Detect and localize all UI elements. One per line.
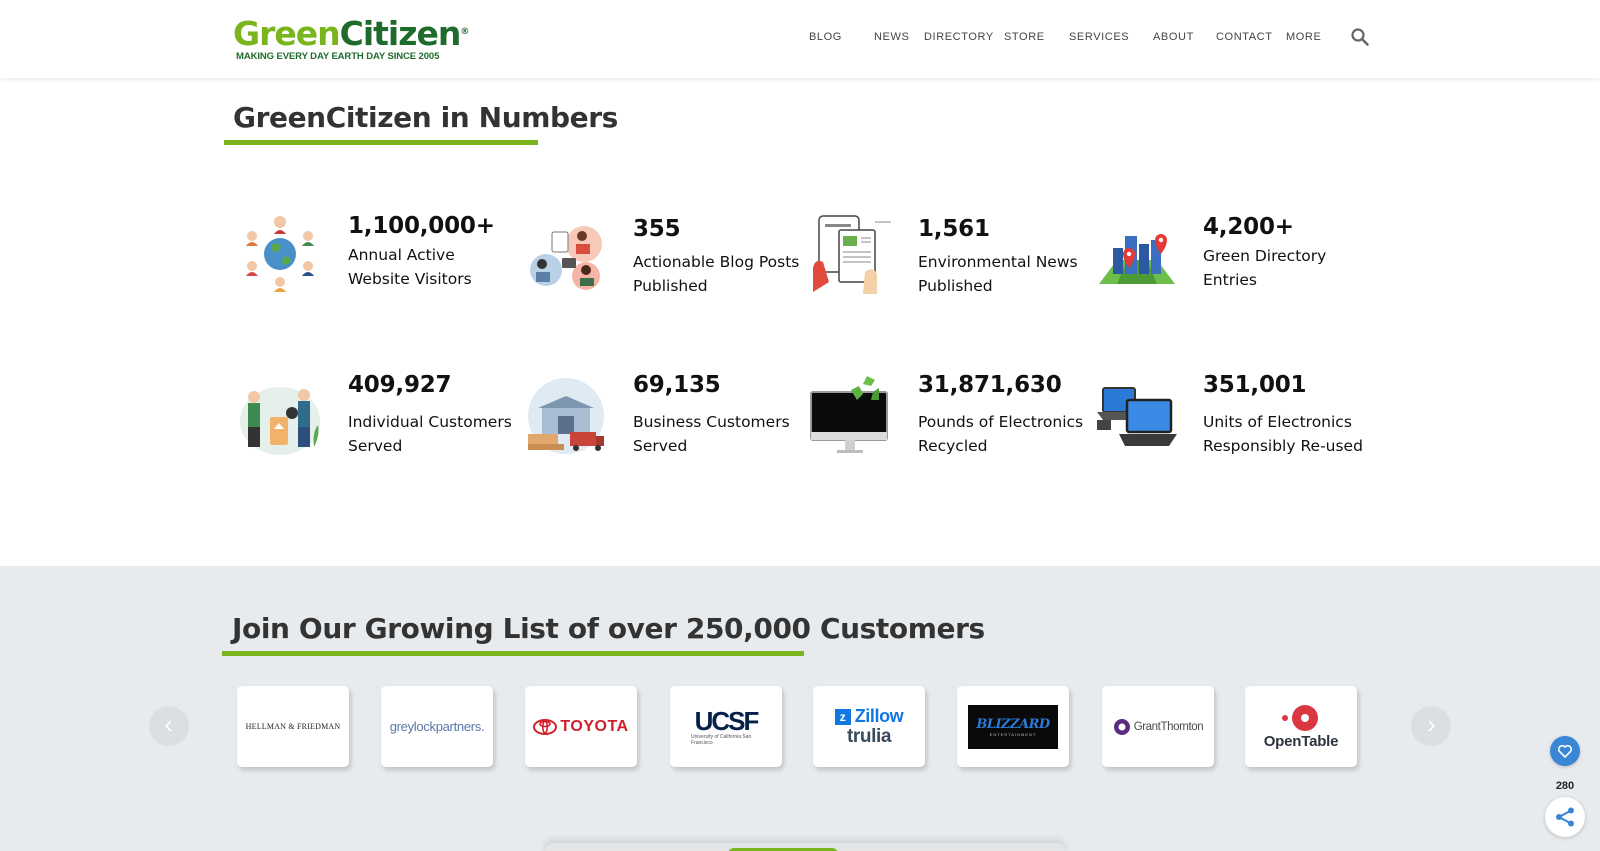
news-phone-icon (813, 215, 891, 294)
customer-logo-hellman-friedman[interactable]: HELLMAN & FRIEDMAN (237, 686, 349, 767)
stat-value: 31,871,630 (918, 372, 1062, 398)
logo-subtext: University of California San Francisco (691, 733, 752, 746)
stat-value: 355 (633, 216, 681, 242)
zillow-row: z Zillow (834, 706, 904, 727)
opentable-mark-icon (1282, 705, 1318, 731)
stat-value: 1,100,000+ (348, 213, 495, 239)
recycling-people-icon (240, 387, 320, 455)
customer-logo-ucsf[interactable]: UCSF University of California San Franci… (670, 686, 782, 767)
stat-label: Individual Customers Served (348, 413, 512, 455)
customer-logo-zillow-trulia[interactable]: z Zillow trulia (813, 686, 925, 767)
stat-value: 1,561 (918, 216, 990, 242)
stat-label: Pounds of Electronics Recycled (918, 413, 1084, 455)
nav-news[interactable]: NEWS (874, 31, 909, 43)
stat-label: Annual Active Website Visitors (348, 246, 472, 288)
logo-text: Zillow (854, 706, 904, 726)
site-header: GreenCitizen® MAKING EVERY DAY EARTH DAY… (0, 0, 1600, 78)
nav-about[interactable]: ABOUT (1153, 31, 1194, 43)
stat-label: Environmental News Published (918, 253, 1078, 295)
blog-readers-icon (530, 226, 602, 290)
nav-blog[interactable]: BLOG (809, 31, 842, 43)
laptops-icon (1097, 387, 1177, 446)
warehouse-truck-icon (528, 378, 604, 454)
stat-label: Green Directory Entries (1203, 247, 1327, 289)
logo-text: HELLMAN & FRIEDMAN (245, 722, 341, 731)
logo-tagline: MAKING EVERY DAY EARTH DAY SINCE 2005 (236, 51, 440, 62)
customer-logo-grant-thornton[interactable]: GrantThornton (1102, 686, 1214, 767)
carousel-prev-button[interactable] (149, 706, 189, 746)
blizzard-box: BLIZZARD ENTERTAINMENT (968, 704, 1058, 749)
chevron-left-icon (164, 720, 172, 732)
stat-value: 4,200+ (1203, 214, 1294, 240)
monitor-recycle-icon (810, 376, 888, 453)
logo-text: UCSF (694, 705, 760, 736)
toyota-emblem-icon (533, 718, 558, 735)
stat-value: 69,135 (633, 372, 721, 398)
logo-text: trulia (846, 726, 892, 747)
stat-value: 351,001 (1203, 372, 1307, 398)
stat-label: Units of Electronics Responsibly Re-used (1203, 413, 1363, 455)
nav-more[interactable]: MORE (1286, 31, 1321, 43)
nav-store[interactable]: STORE (1004, 31, 1045, 43)
people-globe-icon (246, 216, 314, 292)
zillow-mark-icon: z (834, 708, 851, 725)
city-map-icon (1099, 234, 1175, 284)
share-icon (1556, 807, 1574, 827)
logo-text: TOYOTA (560, 717, 629, 735)
nav-services[interactable]: SERVICES (1069, 31, 1129, 43)
customer-logo-toyota[interactable]: TOYOTA (525, 686, 637, 767)
carousel-next-button[interactable] (1411, 706, 1451, 746)
logo-text: greylockpartners. (389, 719, 485, 734)
stat-label: Actionable Blog Posts Published (633, 253, 800, 295)
search-icon[interactable] (1350, 27, 1370, 47)
chevron-right-icon (1428, 720, 1436, 732)
grant-thornton-mark-icon (1113, 718, 1130, 735)
share-button[interactable] (1545, 797, 1585, 837)
logo-text: OpenTable (1263, 733, 1339, 750)
logo-text: BLIZZARD (976, 716, 1050, 732)
customers-section-title: Join Our Growing List of over 250,000 Cu… (232, 612, 985, 645)
numbers-section-title: GreenCitizen in Numbers (233, 101, 618, 134)
greencitizen-logo[interactable]: GreenCitizen® MAKING EVERY DAY EARTH DAY… (233, 14, 469, 63)
customer-logo-greylock[interactable]: greylockpartners. (381, 686, 493, 767)
logo-text: GrantThornton (1133, 720, 1204, 733)
stat-value: 409,927 (348, 372, 452, 398)
title-underline (224, 140, 538, 145)
save-heart-button[interactable] (1550, 736, 1580, 766)
stat-label: Business Customers Served (633, 413, 790, 455)
logo-wordmark: GreenCitizen® (233, 14, 469, 53)
share-count: 280 (1555, 780, 1575, 792)
title-underline (222, 651, 804, 656)
heart-icon (1557, 744, 1573, 759)
customer-logo-opentable[interactable]: OpenTable (1245, 686, 1357, 767)
logo-subtext: ENTERTAINMENT (989, 731, 1037, 737)
customer-logo-blizzard[interactable]: BLIZZARD ENTERTAINMENT (957, 686, 1069, 767)
nav-directory[interactable]: DIRECTORY (924, 31, 994, 43)
nav-contact[interactable]: CONTACT (1216, 31, 1273, 43)
